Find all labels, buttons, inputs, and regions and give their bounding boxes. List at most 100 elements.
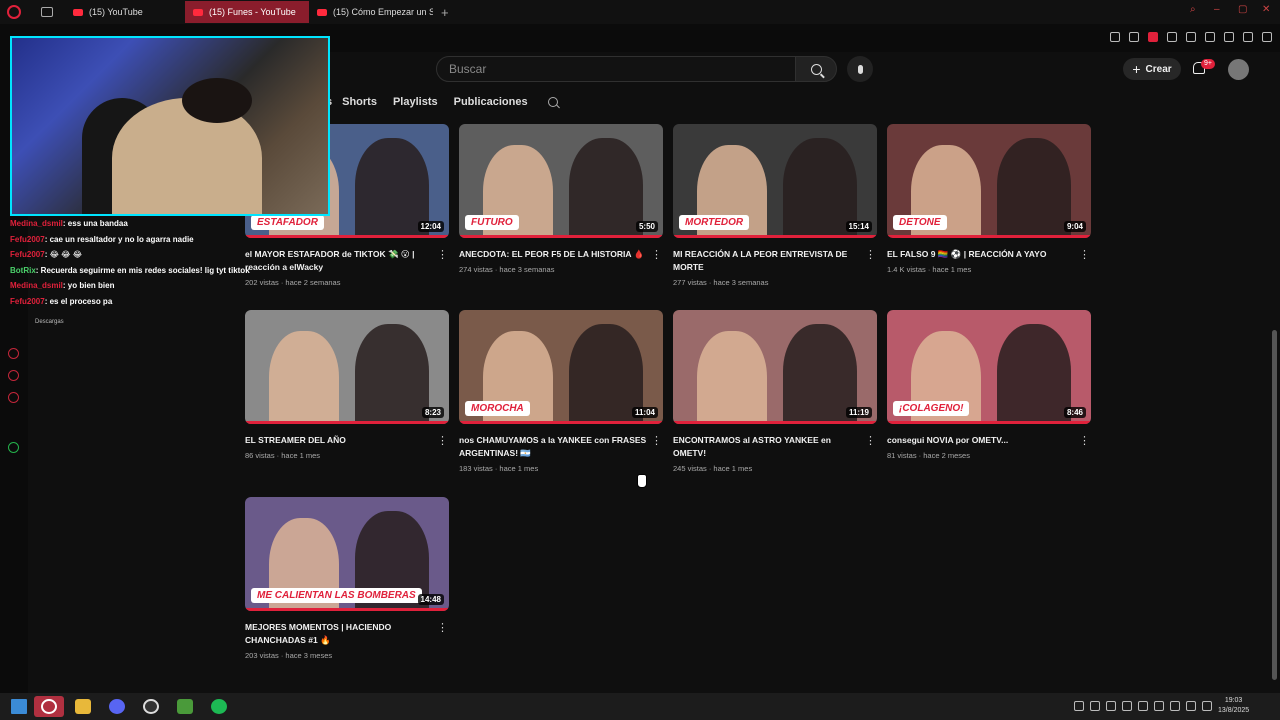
snapshot-icon[interactable] — [1129, 32, 1139, 42]
more-options-icon[interactable]: ⋮ — [1079, 249, 1090, 261]
more-options-icon[interactable]: ⋮ — [651, 435, 662, 447]
download-icon[interactable] — [1243, 32, 1253, 42]
window-controls: ⌕ – ▢ ✕ — [1190, 5, 1272, 15]
video-meta: 81 vistas · hace 2 meses — [887, 451, 970, 460]
maximize-icon[interactable]: ▢ — [1238, 5, 1248, 15]
more-options-icon[interactable]: ⋮ — [437, 622, 448, 634]
chat-message: BotRix: Recuerda seguirme en mis redes s… — [10, 265, 250, 275]
video-thumbnail[interactable]: ¡COLAGENO! 8:46 — [887, 310, 1091, 424]
video-thumbnail[interactable]: MORTEDOR 15:14 — [673, 124, 877, 238]
tab-shorts[interactable]: Shorts — [342, 96, 377, 108]
video-title[interactable]: EL STREAMER DEL AÑO — [245, 434, 433, 447]
taskbar-discord-button[interactable] — [102, 696, 132, 717]
more-options-icon[interactable]: ⋮ — [865, 249, 876, 261]
history-icon[interactable] — [8, 348, 19, 359]
video-card[interactable]: MOROCHA 11:04 nos CHAMUYAMOS a la YANKEE c… — [459, 310, 663, 473]
video-card[interactable]: 8:23 EL STREAMER DEL AÑO ⋮ 86 vistas · hace… — [245, 310, 449, 460]
video-meta: 274 vistas · hace 3 semanas — [459, 265, 555, 274]
channel-search-icon[interactable] — [547, 97, 558, 107]
taskbar-spotify-button[interactable] — [204, 696, 234, 717]
tray-icon[interactable] — [1106, 701, 1116, 711]
more-options-icon[interactable]: ⋮ — [651, 249, 662, 261]
pin-icon[interactable] — [1110, 32, 1120, 42]
taskbar-obs-button[interactable] — [136, 696, 166, 717]
menu-icon[interactable] — [1262, 32, 1272, 42]
microphone-icon — [857, 64, 863, 74]
thumbnail-banner-text: ME CALIENTAN LAS BOMBERAS — [251, 588, 422, 603]
video-title[interactable]: MI REACCIÓN A LA PEOR ENTREVISTA DE MORT… — [673, 248, 861, 274]
more-options-icon[interactable]: ⋮ — [437, 435, 448, 447]
tray-icon[interactable] — [1186, 701, 1196, 711]
lock-icon[interactable] — [1224, 32, 1234, 42]
watch-progress-bar — [887, 235, 1091, 238]
video-title[interactable]: nos CHAMUYAMOS a la YANKEE con FRASES AR… — [459, 434, 647, 460]
video-title[interactable]: ENCONTRAMOS al ASTRO YANKEE en OMETV! — [673, 434, 861, 460]
tray-icon[interactable] — [1074, 701, 1084, 711]
video-card[interactable]: DETONE 9:04 EL FALSO 9 🏳️‍🌈 ⚽ | REACCIÓN A… — [887, 124, 1091, 274]
video-thumbnail[interactable]: 11:19 — [673, 310, 877, 424]
video-thumbnail[interactable]: FUTURO 5:50 — [459, 124, 663, 238]
minimize-icon[interactable]: – — [1214, 5, 1224, 15]
avatar[interactable] — [1228, 59, 1249, 80]
tab-como-empezar[interactable]: (15) Cómo Empezar un St — [309, 1, 433, 23]
video-thumbnail[interactable]: MOROCHA 11:04 — [459, 310, 663, 424]
opera-logo-icon[interactable] — [7, 5, 21, 19]
browser-tab-bar: (15) YouTube (15) Funes - YouTube (15) C… — [0, 0, 1280, 24]
tab-youtube[interactable]: (15) YouTube — [65, 1, 185, 23]
video-title[interactable]: EL FALSO 9 🏳️‍🌈 ⚽ | REACCIÓN A YAYO — [887, 248, 1075, 261]
video-duration: 8:46 — [1063, 407, 1086, 418]
video-info: ANECDOTA: EL PEOR F5 DE LA HISTORIA 🩸 ⋮ 27… — [459, 248, 663, 274]
channel-tabs: s Shorts Playlists Publicaciones — [326, 96, 558, 108]
video-card[interactable]: MORTEDOR 15:14 MI REACCIÓN A LA PEOR ENTRE… — [673, 124, 877, 287]
search-input[interactable]: Buscar — [436, 56, 796, 82]
video-card[interactable]: ¡COLAGENO! 8:46 consegui NOVIA por OMETV..… — [887, 310, 1091, 460]
search-tabs-icon[interactable]: ⌕ — [1190, 5, 1200, 15]
voice-search-button[interactable] — [847, 56, 873, 82]
video-title[interactable]: ANECDOTA: EL PEOR F5 DE LA HISTORIA 🩸 — [459, 248, 647, 261]
more-options-icon[interactable]: ⋮ — [437, 249, 448, 261]
settings-icon[interactable] — [8, 392, 19, 403]
workspace-icon[interactable] — [41, 7, 53, 17]
thumbnail-person — [997, 137, 1071, 238]
video-thumbnail[interactable]: ME CALIENTAN LAS BOMBERAS 14:48 — [245, 497, 449, 611]
tray-icon[interactable] — [1090, 701, 1100, 711]
page-scrollbar[interactable] — [1272, 330, 1277, 680]
taskbar-clock[interactable]: 19:03 13/8/2025 — [1218, 696, 1249, 716]
video-card[interactable]: FUTURO 5:50 ANECDOTA: EL PEOR F5 DE LA HIS… — [459, 124, 663, 274]
tab-playlists[interactable]: Playlists — [393, 96, 438, 108]
chat-message: Fefu2007: es el proceso pa — [10, 296, 113, 306]
tray-icon[interactable] — [1170, 701, 1180, 711]
vpn-icon[interactable] — [8, 442, 19, 453]
more-options-icon[interactable]: ⋮ — [1079, 435, 1090, 447]
extensions-icon[interactable] — [1205, 32, 1215, 42]
volume-icon[interactable] — [1202, 701, 1212, 711]
more-options-icon[interactable]: ⋮ — [865, 435, 876, 447]
taskbar-minecraft-button[interactable] — [170, 696, 200, 717]
tab-publicaciones[interactable]: Publicaciones — [454, 96, 528, 108]
close-icon[interactable]: ✕ — [1262, 5, 1272, 15]
video-thumbnail[interactable]: 8:23 — [245, 310, 449, 424]
downloads-label[interactable]: Descargas — [35, 319, 64, 325]
play-icon[interactable] — [1167, 32, 1177, 42]
search-button[interactable] — [795, 56, 837, 82]
messenger-icon[interactable] — [8, 370, 19, 381]
watch-progress-bar — [245, 608, 449, 611]
windows-start-button[interactable] — [4, 696, 34, 717]
extension-icons — [1110, 32, 1272, 42]
taskbar-file-explorer-button[interactable] — [68, 696, 98, 717]
pocket-icon[interactable] — [1148, 32, 1158, 42]
video-thumbnail[interactable]: DETONE 9:04 — [887, 124, 1091, 238]
windows-taskbar: 19:03 13/8/2025 — [0, 693, 1280, 720]
heart-icon[interactable] — [1186, 32, 1196, 42]
tab-funes-youtube[interactable]: (15) Funes - YouTube — [185, 1, 309, 23]
video-card[interactable]: 11:19 ENCONTRAMOS al ASTRO YANKEE en OMET… — [673, 310, 877, 473]
taskbar-opera-button[interactable] — [34, 696, 64, 717]
new-tab-button[interactable]: + — [441, 5, 449, 20]
video-title[interactable]: MEJORES MOMENTOS | HACIENDO CHANCHADAS #… — [245, 621, 433, 647]
video-card[interactable]: ME CALIENTAN LAS BOMBERAS 14:48 MEJORES MO… — [245, 497, 449, 660]
tray-icon[interactable] — [1122, 701, 1132, 711]
tray-icon[interactable] — [1138, 701, 1148, 711]
create-button[interactable]: + Crear — [1123, 58, 1181, 80]
tray-icon[interactable] — [1154, 701, 1164, 711]
video-title[interactable]: consegui NOVIA por OMETV... — [887, 434, 1075, 447]
